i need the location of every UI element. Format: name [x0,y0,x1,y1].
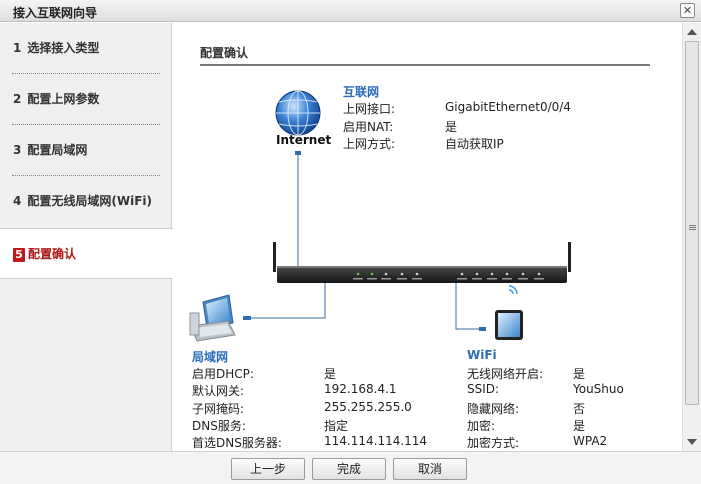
lan-dns-service-key: DNS服务: [192,419,246,433]
lan-dns-service-value: 指定 [324,419,349,433]
sidebar-item-label: 配置上网参数 [27,92,100,106]
scroll-up-icon[interactable] [687,29,697,35]
wifi-encryption-value: 是 [573,419,586,433]
sidebar-item-label: 配置无线局域网(WiFi) [27,194,152,208]
router-icon [273,242,571,283]
sidebar-item-label: 配置局域网 [27,143,88,157]
step-number: 4 [13,194,22,208]
wifi-ssid-key: SSID: [467,382,500,396]
lan-primary-dns-key: 首选DNS服务器: [192,436,282,450]
step-number: 2 [13,92,22,106]
internet-interface-key: 上网接口: [343,102,396,116]
internet-globe-icon [275,90,321,136]
wifi-hidden-value: 否 [573,402,586,416]
wifi-ssid-value: YouShuo [573,382,624,396]
previous-button[interactable]: 上一步 [231,458,305,480]
wifi-encryption-method-value: WPA2 [573,434,608,448]
sidebar-item-select-access-type[interactable]: 1 选择接入类型 [0,23,172,74]
sidebar-item-internet-params[interactable]: 2 配置上网参数 [0,74,172,125]
lan-gateway-value: 192.168.4.1 [324,382,397,396]
sidebar-item-lan[interactable]: 3 配置局域网 [0,125,172,176]
wifi-tablet-icon [495,285,523,340]
wifi-encryption-key: 加密: [467,419,496,433]
scrollbar-thumb[interactable] [685,41,699,405]
sidebar-item-label: 选择接入类型 [27,41,100,55]
window-titlebar: 接入互联网向导 ✕ [0,0,701,22]
wifi-section-title: WiFi [467,348,497,362]
lan-gateway-key: 默认网关: [192,384,245,398]
internet-method-key: 上网方式: [343,137,396,151]
step-number: 1 [13,41,22,55]
lan-dhcp-key: 启用DHCP: [192,367,254,381]
internet-section-title: 互联网 [343,85,380,99]
sidebar-item-label: 配置确认 [28,247,77,261]
lan-mask-value: 255.255.255.0 [324,400,412,414]
wifi-enabled-key: 无线网络开启: [467,367,544,381]
internet-method-value: 自动获取IP [445,137,504,151]
lan-primary-dns-value: 114.114.114.114 [324,434,428,448]
sidebar-item-confirm[interactable]: 5 配置确认 [0,228,173,279]
internet-interface-value: GigabitEthernet0/0/4 [445,100,571,114]
connector-ports [243,151,486,331]
wifi-enabled-value: 是 [573,367,586,381]
internet-nat-value: 是 [445,120,458,134]
step-number: 5 [13,248,25,262]
lan-dhcp-value: 是 [324,367,337,381]
lan-computer-icon [189,294,236,342]
wizard-steps-sidebar: 1 选择接入类型 2 配置上网参数 3 配置局域网 4 配置无线局域网(WiFi) 5配… [0,23,173,451]
cancel-button[interactable]: 取消 [393,458,467,480]
grip-icon [689,225,696,230]
lan-mask-key: 子网掩码: [192,402,245,416]
wifi-hidden-key: 隐藏网络: [467,402,520,416]
close-icon[interactable]: ✕ [680,3,695,18]
scroll-down-icon[interactable] [687,439,697,445]
lan-section-title: 局域网 [192,350,229,364]
connector-lines [250,154,481,330]
window-title: 接入互联网向导 [13,6,98,20]
internet-nat-key: 启用NAT: [343,120,394,134]
main-content: 配置确认 Internet 互联网 上网接口: GigabitEthernet0… [173,23,682,451]
step-number: 3 [13,143,22,157]
wifi-encryption-method-key: 加密方式: [467,436,520,450]
vertical-scrollbar[interactable] [682,23,701,451]
finish-button[interactable]: 完成 [312,458,386,480]
sidebar-item-wifi[interactable]: 4 配置无线局域网(WiFi) [0,176,172,227]
footer-bar: 上一步 完成 取消 [0,451,701,484]
internet-icon-label: Internet [276,133,332,147]
